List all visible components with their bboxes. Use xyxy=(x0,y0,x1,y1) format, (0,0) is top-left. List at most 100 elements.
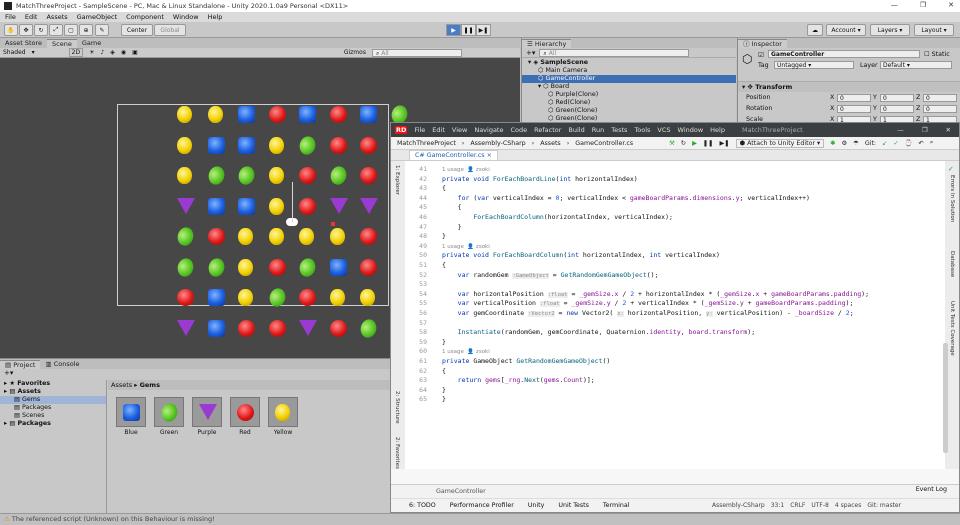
rotate-tool-icon[interactable]: ↻ xyxy=(34,24,48,36)
code-line[interactable]: 54 var horizontalPosition :float = _gemS… xyxy=(405,290,945,299)
active-checkbox[interactable]: ☑ xyxy=(758,51,764,59)
ide-menu-item[interactable]: Tests xyxy=(611,126,627,134)
code-line[interactable]: 64} xyxy=(405,386,945,395)
hierarchy-search-input[interactable]: ⌕ All xyxy=(539,48,690,57)
gem-purple[interactable] xyxy=(299,319,317,336)
settings-icon[interactable]: ⚙ xyxy=(842,140,848,147)
gem-blue[interactable] xyxy=(207,289,225,306)
favorites-tool-tab[interactable]: 2: Favorites xyxy=(394,437,400,469)
gem-yellow[interactable] xyxy=(268,136,284,154)
refresh-icon[interactable]: ↻ xyxy=(681,140,686,147)
transform-y-field[interactable]: 0 xyxy=(880,94,914,102)
tag-dropdown[interactable]: Untagged ▾ xyxy=(774,61,854,69)
code-line[interactable]: 47 } xyxy=(405,223,945,232)
tab-inspector[interactable]: ⓘ Inspector xyxy=(738,39,787,48)
gem-purple[interactable] xyxy=(177,319,195,336)
structure-tool-tab[interactable]: 2: Structure xyxy=(394,391,400,424)
ide-menu-item[interactable]: Window xyxy=(678,126,704,134)
gem-red[interactable] xyxy=(238,319,255,337)
gem-yellow[interactable] xyxy=(177,167,192,184)
git-update-icon[interactable]: ↙ xyxy=(882,140,887,147)
caret-position[interactable]: 33:1 xyxy=(771,502,784,509)
gem-yellow[interactable] xyxy=(329,228,345,245)
tab-scene[interactable]: Scene xyxy=(47,39,77,48)
gem-yellow[interactable] xyxy=(268,197,284,215)
unity-tab[interactable]: Unity xyxy=(528,502,545,509)
encoding[interactable]: UTF-8 xyxy=(811,502,829,509)
ide-search-icon[interactable]: ⌕ xyxy=(930,139,934,147)
mode-2d-toggle[interactable]: 2D xyxy=(68,48,84,57)
transform-z-field[interactable]: 0 xyxy=(923,94,957,102)
hierarchy-item[interactable]: ⬡ GameController xyxy=(522,75,736,83)
camera-icon[interactable]: ▣ xyxy=(132,49,138,56)
gem-yellow[interactable] xyxy=(329,289,345,306)
status-message[interactable]: The referenced script (Unknown) on this … xyxy=(12,515,215,523)
code-line[interactable]: 53 xyxy=(405,280,945,289)
project-add-icon[interactable]: +▾ xyxy=(0,369,390,379)
layers-dropdown[interactable]: Layers ▾ xyxy=(870,24,910,36)
code-breadcrumb[interactable]: GameController xyxy=(391,485,959,499)
ide-menu-item[interactable]: Build xyxy=(568,126,584,134)
transform-y-field[interactable]: 0 xyxy=(880,105,914,113)
gem-yellow[interactable] xyxy=(207,106,223,123)
code-editor[interactable]: 41 1 usage 👤 zsoki 42 private void ForEachB… xyxy=(405,161,953,469)
asset-item[interactable]: Yellow xyxy=(268,397,298,436)
breadcrumb-gems[interactable]: Gems xyxy=(140,381,160,389)
menu-item[interactable]: Edit xyxy=(25,13,38,21)
gem-purple[interactable] xyxy=(329,197,348,214)
ide-menu-item[interactable]: VCS xyxy=(657,126,670,134)
transform-x-field[interactable]: 0 xyxy=(837,105,871,113)
move-handle-icon[interactable] xyxy=(331,222,335,226)
transform-header[interactable]: ▾ ✥ Transform xyxy=(738,82,960,92)
hierarchy-item[interactable]: ▾ ◈ SampleScene xyxy=(522,59,736,67)
gem-red[interactable] xyxy=(207,228,225,245)
code-line[interactable]: 62 { xyxy=(405,367,945,376)
transform-z-field[interactable]: 0 xyxy=(923,105,957,113)
code-line[interactable]: 45 { xyxy=(405,203,945,212)
gem-yellow[interactable] xyxy=(299,228,314,245)
gem-purple[interactable] xyxy=(360,197,378,214)
hierarchy-item[interactable]: ▾ ⬡ Board xyxy=(522,83,736,91)
code-line[interactable]: 55 var verticalPosition :float = _gemSiz… xyxy=(405,299,945,308)
gem-blue[interactable] xyxy=(299,106,316,123)
code-line[interactable]: 44 for (var verticalIndex = 0; verticalI… xyxy=(405,194,945,203)
build-icon[interactable]: ⚒ xyxy=(669,140,675,147)
code-line[interactable]: 49 1 usage 👤 zsoki xyxy=(405,242,945,251)
ide-maximize-button[interactable]: ❐ xyxy=(922,126,928,134)
menu-item[interactable]: Assets xyxy=(46,13,67,21)
ide-menu-item[interactable]: Navigate xyxy=(474,126,503,134)
tab-asset-store[interactable]: Asset Store xyxy=(0,39,47,48)
layout-dropdown[interactable]: Layout ▾ xyxy=(914,24,954,36)
account-dropdown[interactable]: Account ▾ xyxy=(826,24,866,36)
custom-tool-icon[interactable]: ✎ xyxy=(95,24,109,36)
ide-menu-item[interactable]: Edit xyxy=(432,126,445,134)
effects-icon[interactable]: ◈ xyxy=(110,49,115,56)
coverage-icon[interactable]: ☂ xyxy=(853,140,859,147)
project-tree-item[interactable]: ▤ Gems xyxy=(0,396,106,404)
gem-red[interactable] xyxy=(329,106,347,123)
code-line[interactable]: 43 { xyxy=(405,184,945,193)
gem-red[interactable] xyxy=(299,289,316,306)
ide-menu-item[interactable]: View xyxy=(452,126,467,134)
breadcrumb-assets[interactable]: Assets xyxy=(111,381,132,389)
ide-minimize-button[interactable]: — xyxy=(897,126,904,134)
code-line[interactable]: 56 var gemCoordinate :Vector2 = new Vect… xyxy=(405,309,945,318)
hand-tool-icon[interactable]: ✋ xyxy=(4,24,18,36)
asset-item[interactable]: Red xyxy=(230,397,260,436)
perf-profiler-tab[interactable]: Performance Profiler xyxy=(450,502,514,509)
gem-red[interactable] xyxy=(329,136,347,154)
pivot-global-button[interactable]: Global xyxy=(154,24,186,36)
nav-project[interactable]: MatchThreeProject xyxy=(397,140,456,147)
gem-red[interactable] xyxy=(360,167,377,184)
database-tab[interactable]: Database xyxy=(949,251,955,277)
gem-blue[interactable] xyxy=(238,197,255,215)
gem-blue[interactable] xyxy=(329,258,347,276)
step-icon[interactable]: ▶❚ xyxy=(476,24,491,36)
gem-yellow[interactable] xyxy=(177,136,192,154)
code-line[interactable]: 52 var randomGem :GameObject = GetRandom… xyxy=(405,271,945,280)
tab-hierarchy[interactable]: ☰ Hierarchy xyxy=(522,39,572,48)
ide-pause-icon[interactable]: ❚❚ xyxy=(703,140,714,147)
minimize-button[interactable]: — xyxy=(891,1,898,9)
project-tree-item[interactable]: ▤ Packages xyxy=(0,404,106,412)
run-icon[interactable]: ▶ xyxy=(692,140,697,147)
